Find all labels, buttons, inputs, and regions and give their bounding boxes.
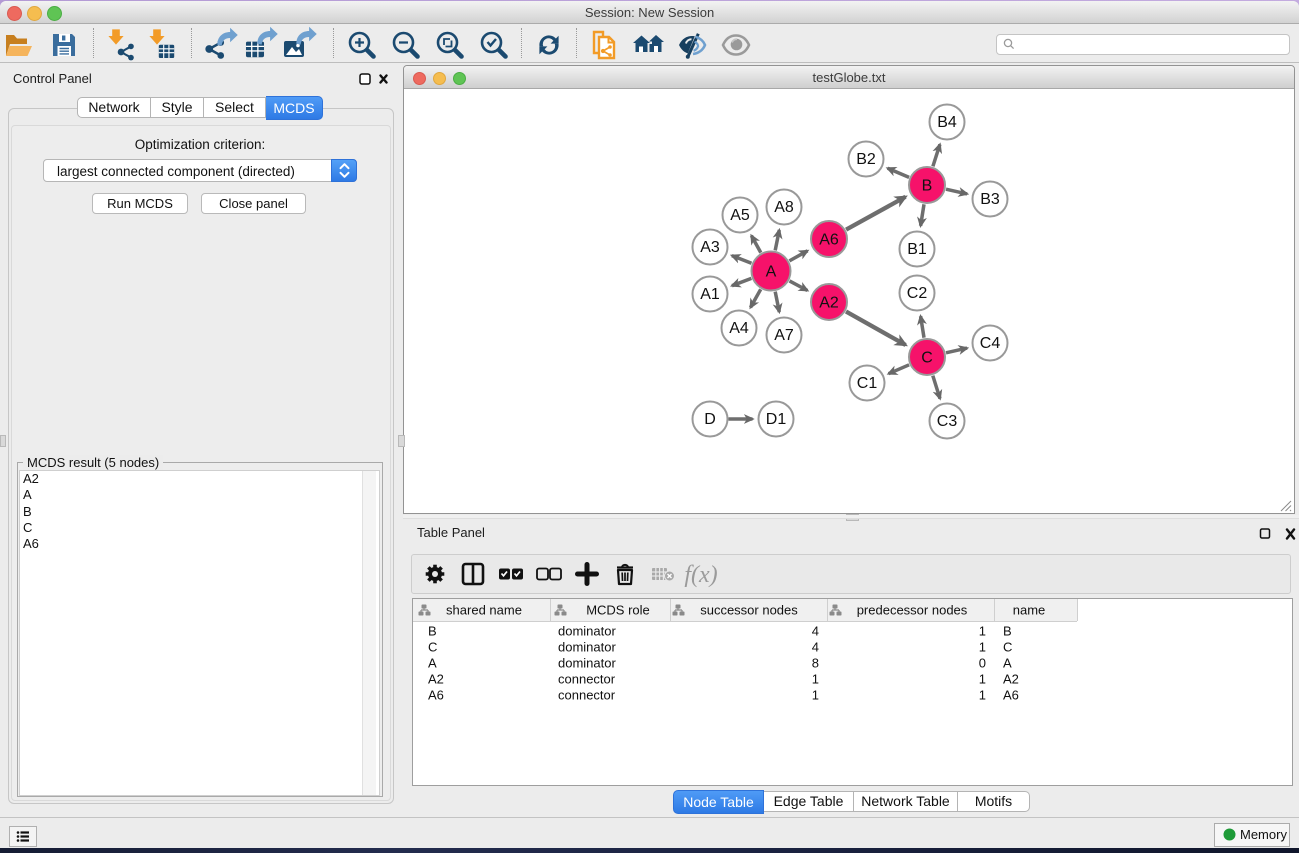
svg-text:A2: A2	[428, 672, 444, 687]
svg-text:A: A	[766, 264, 777, 281]
svg-text:B: B	[1003, 624, 1012, 639]
svg-text:1: 1	[979, 624, 986, 639]
svg-text:dominator: dominator	[558, 656, 616, 671]
svg-text:B2: B2	[856, 151, 876, 168]
svg-text:A3: A3	[700, 239, 720, 256]
svg-text:1: 1	[979, 672, 986, 687]
svg-text:B: B	[922, 178, 933, 195]
svg-text:A5: A5	[730, 207, 750, 224]
svg-text:C4: C4	[980, 335, 1001, 352]
svg-text:A6: A6	[428, 688, 444, 703]
svg-text:dominator: dominator	[558, 640, 616, 655]
svg-text:A2: A2	[819, 295, 839, 312]
svg-text:1: 1	[812, 688, 819, 703]
svg-text:C2: C2	[907, 285, 928, 302]
svg-text:A2: A2	[1003, 672, 1019, 687]
svg-text:C1: C1	[857, 375, 878, 392]
svg-text:1: 1	[812, 672, 819, 687]
svg-text:D1: D1	[766, 411, 787, 428]
svg-text:name: name	[1013, 603, 1046, 618]
svg-text:B1: B1	[907, 241, 927, 258]
svg-text:B4: B4	[937, 114, 957, 131]
svg-text:A1: A1	[700, 286, 720, 303]
svg-text:C: C	[1003, 640, 1012, 655]
svg-text:connector: connector	[558, 688, 616, 703]
svg-text:dominator: dominator	[558, 624, 616, 639]
svg-text:4: 4	[812, 640, 819, 655]
svg-text:A8: A8	[774, 199, 794, 216]
svg-text:B: B	[428, 624, 437, 639]
svg-text:A6: A6	[819, 232, 839, 249]
svg-text:C: C	[921, 350, 933, 367]
svg-text:4: 4	[812, 624, 819, 639]
svg-text:C3: C3	[937, 413, 958, 430]
svg-text:MCDS role: MCDS role	[586, 603, 650, 618]
svg-text:connector: connector	[558, 672, 616, 687]
svg-text:A: A	[428, 656, 437, 671]
svg-text:A: A	[1003, 656, 1012, 671]
svg-text:A7: A7	[774, 327, 794, 344]
svg-text:0: 0	[979, 656, 986, 671]
svg-text:1: 1	[979, 640, 986, 655]
svg-text:A6: A6	[1003, 688, 1019, 703]
svg-text:D: D	[704, 411, 716, 428]
svg-text:shared name: shared name	[446, 603, 522, 618]
svg-text:8: 8	[812, 656, 819, 671]
svg-text:successor nodes: successor nodes	[700, 603, 798, 618]
svg-text:B3: B3	[980, 191, 1000, 208]
svg-text:A4: A4	[729, 320, 749, 337]
svg-text:1: 1	[979, 688, 986, 703]
svg-text:predecessor nodes: predecessor nodes	[857, 603, 968, 618]
svg-text:f(x): f(x)	[684, 562, 717, 588]
svg-text:C: C	[428, 640, 437, 655]
